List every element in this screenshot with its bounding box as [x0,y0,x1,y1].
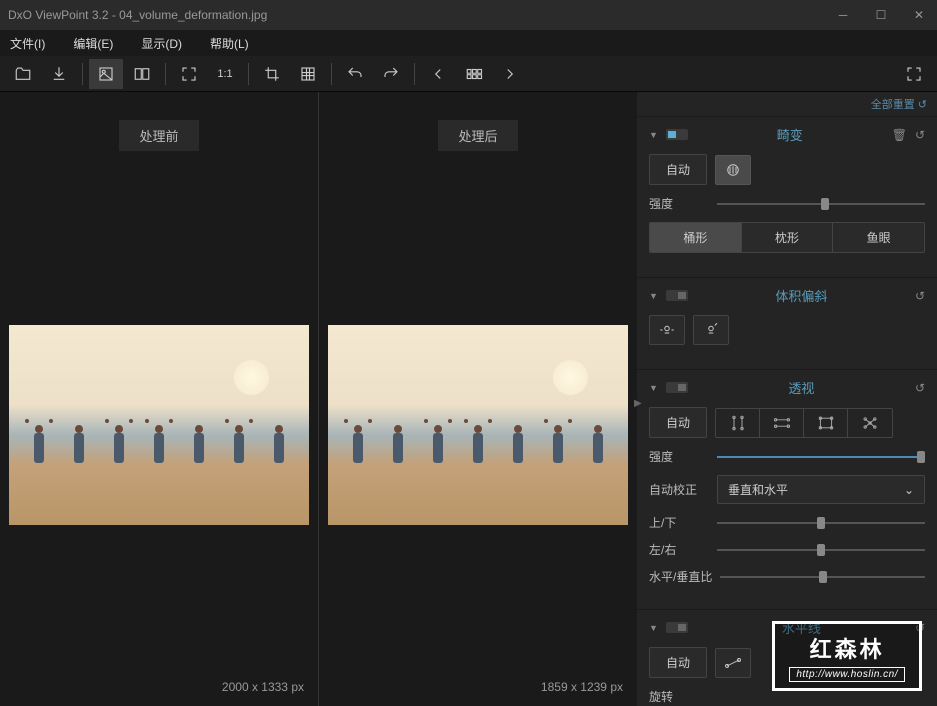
rectangle-tool-icon[interactable] [804,409,848,437]
thumbnails-icon[interactable] [457,59,491,89]
leftright-label: 左/右 [649,541,709,558]
intensity-label: 强度 [649,448,709,465]
distortion-manual-button[interactable] [715,155,751,185]
section-distortion: ▼ 畸变 🗑 ↺ 自动 强度 桶形 枕形 鱼眼 [637,117,937,278]
after-label: 处理后 [438,120,517,151]
crop-icon[interactable] [255,59,289,89]
toolbar: 1:1 [0,56,937,92]
menu-view[interactable]: 显示(D) [141,35,182,52]
fisheye-button[interactable]: 鱼眼 [833,223,924,252]
horizon-tool-button[interactable] [715,648,751,678]
compare-view-icon[interactable] [125,59,159,89]
maximize-button[interactable]: ☐ [871,8,891,22]
menu-edit[interactable]: 编辑(E) [73,35,113,52]
before-image[interactable] [9,325,309,525]
menubar: 文件(I) 编辑(E) 显示(D) 帮助(L) [0,30,937,56]
volume-horizontal-button[interactable] [649,315,685,345]
collapse-icon[interactable]: ▼ [649,383,658,393]
distortion-intensity-slider[interactable] [717,196,925,212]
perspective-toggle[interactable] [666,382,688,393]
grid-icon[interactable] [291,59,325,89]
fit-icon[interactable] [172,59,206,89]
rotation-label: 旋转 [649,688,709,705]
updown-label: 上/下 [649,514,709,531]
after-dimensions: 1859 x 1239 px [541,680,623,694]
undo-icon[interactable] [338,59,372,89]
undo-icon[interactable]: ↺ [915,289,925,303]
horizon-toggle[interactable] [666,622,688,633]
redo-icon[interactable] [374,59,408,89]
horizon-auto-button[interactable]: 自动 [649,647,707,678]
distortion-auto-button[interactable]: 自动 [649,154,707,185]
leftright-slider[interactable] [717,542,925,558]
close-button[interactable]: ✕ [909,8,929,22]
open-icon[interactable] [6,59,40,89]
volume-title: 体积偏斜 [696,286,907,305]
horizontal-tool-icon[interactable] [760,409,804,437]
ratio-label: 水平/垂直比 [649,568,712,585]
autocorrect-label: 自动校正 [649,481,709,498]
next-icon[interactable] [493,59,527,89]
perspective-auto-button[interactable]: 自动 [649,407,707,438]
side-panel: 全部重置 ↺ ▼ 畸变 🗑 ↺ 自动 强度 桶形 枕形 鱼眼 [637,92,937,706]
distortion-toggle[interactable] [666,129,688,140]
after-image[interactable] [328,325,628,525]
pincushion-button[interactable]: 枕形 [742,223,834,252]
intensity-label: 强度 [649,195,709,212]
fullscreen-icon[interactable] [897,59,931,89]
before-pane: 处理前 2000 x 1333 px [0,92,319,706]
section-volume: ▼ 体积偏斜 ↺ [637,278,937,370]
minimize-button[interactable]: ─ [833,8,853,22]
menu-help[interactable]: 帮助(L) [210,35,249,52]
volume-diagonal-button[interactable] [693,315,729,345]
trash-icon[interactable]: 🗑 [892,128,907,142]
undo-icon[interactable]: ↺ [915,381,925,395]
image-viewer: 处理前 2000 x 1333 px 处理后 1859 x 1239 px [0,92,637,706]
prev-icon[interactable] [421,59,455,89]
single-view-icon[interactable] [89,59,123,89]
eight-point-tool-icon[interactable] [848,409,892,437]
after-pane: 处理后 1859 x 1239 px [319,92,637,706]
window-title: DxO ViewPoint 3.2 - 04_volume_deformatio… [8,8,833,22]
barrel-button[interactable]: 桶形 [650,223,742,252]
collapse-icon[interactable]: ▼ [649,291,658,301]
zoom-1to1-button[interactable]: 1:1 [208,59,242,89]
distortion-type-segment: 桶形 枕形 鱼眼 [649,222,925,253]
menu-file[interactable]: 文件(I) [10,35,45,52]
updown-slider[interactable] [717,515,925,531]
before-dimensions: 2000 x 1333 px [222,680,304,694]
save-icon[interactable] [42,59,76,89]
autocorrect-select[interactable]: 垂直和水平⌄ [717,475,925,504]
section-perspective: ▼ 透视 ↺ 自动 强度 自动校正 垂直和水平⌄ [637,370,937,610]
volume-toggle[interactable] [666,290,688,301]
chevron-down-icon: ⌄ [904,483,914,497]
before-label: 处理前 [119,120,198,151]
panel-collapse-icon[interactable]: ▶ [634,398,642,409]
ratio-slider[interactable] [720,569,925,585]
vertical-tool-icon[interactable] [716,409,760,437]
titlebar: DxO ViewPoint 3.2 - 04_volume_deformatio… [0,0,937,30]
perspective-intensity-slider[interactable] [717,449,925,465]
collapse-icon[interactable]: ▼ [649,130,658,140]
collapse-icon[interactable]: ▼ [649,623,658,633]
undo-icon[interactable]: ↺ [915,128,925,142]
watermark: 红森林 http://www.hoslin.cn/ [772,621,922,691]
distortion-title: 畸变 [696,125,884,144]
reset-icon[interactable]: ↺ [918,99,927,111]
reset-all-button[interactable]: 全部重置 [871,99,915,111]
perspective-title: 透视 [696,378,907,397]
